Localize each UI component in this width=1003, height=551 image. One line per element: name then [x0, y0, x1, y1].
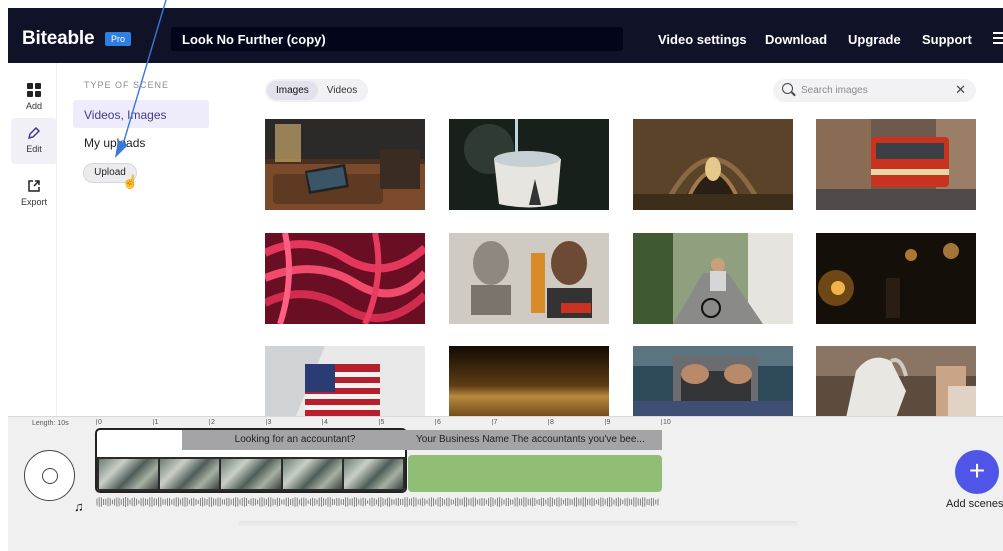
ruler-tick — [435, 419, 436, 425]
ruler-label: 7 — [493, 419, 498, 426]
ruler-tick — [661, 419, 662, 425]
audio-waveform[interactable] — [96, 495, 661, 509]
timeline: Length: 10s 0 1 2 3 4 5 6 7 8 9 10 Looking for an … — [8, 416, 1003, 551]
image-thumb-pouring-mug[interactable] — [449, 119, 609, 210]
tab-images[interactable]: Images — [267, 81, 318, 100]
videos-images-option[interactable]: Videos, Images — [73, 100, 209, 128]
ruler-label: 8 — [550, 419, 554, 426]
scene-1-filmstrip — [97, 457, 405, 491]
rail-export-button[interactable]: Export — [11, 171, 57, 217]
ruler-tick — [209, 419, 210, 425]
image-thumb-laptop-hands[interactable] — [633, 346, 793, 418]
ruler-label: 2 — [211, 419, 215, 426]
upgrade-link[interactable]: Upgrade — [848, 32, 901, 47]
media-browser: Images Videos Search images ✕ — [220, 63, 1003, 418]
hamburger-icon[interactable] — [993, 32, 1003, 47]
image-thumb-red-tram[interactable] — [816, 119, 976, 210]
ruler-label: 6 — [437, 419, 441, 426]
music-note-icon[interactable]: ♫ — [74, 499, 84, 514]
video-settings-link[interactable]: Video settings — [658, 32, 747, 47]
ruler-label: 4 — [324, 419, 328, 426]
ruler-label: 0 — [98, 419, 102, 426]
ruler-tick — [491, 419, 493, 425]
image-thumb-dark-lamp-room[interactable] — [816, 233, 976, 324]
plus-icon: + — [968, 455, 986, 486]
rail-export-label: Export — [20, 197, 47, 207]
image-thumb-pink-rope[interactable] — [265, 233, 425, 324]
ruler-tick — [548, 419, 549, 425]
project-title-field[interactable]: Look No Further (copy) — [171, 27, 623, 51]
panel-heading: TYPE OF SCENE — [84, 80, 170, 90]
hand-cursor-icon: ☝ — [122, 174, 139, 189]
ruler-label: 3 — [267, 419, 272, 426]
image-thumb-cyclist-street[interactable] — [633, 233, 793, 324]
ruler-tick — [152, 419, 154, 425]
image-thumb-mural-wall[interactable] — [449, 233, 609, 324]
image-thumb-american-flag[interactable] — [265, 346, 425, 418]
scene-2-clip[interactable] — [408, 455, 662, 492]
ruler-label: 5 — [380, 419, 385, 426]
scene-2-label[interactable]: Your Business Name The accountants you'v… — [408, 430, 662, 450]
search-icon — [782, 83, 793, 94]
rail-edit-button[interactable]: Edit — [11, 118, 57, 164]
search-bar[interactable]: Search images ✕ — [773, 79, 976, 102]
search-input[interactable]: Search images — [801, 85, 868, 96]
add-scene-button[interactable]: + — [955, 450, 999, 494]
support-link[interactable]: Support — [922, 32, 972, 47]
image-thumb-stone-arcade[interactable] — [633, 119, 793, 210]
ruler-label: 9 — [606, 419, 611, 426]
ruler-tick — [96, 419, 97, 425]
pencil-icon — [11, 126, 57, 144]
scene-1-label[interactable]: Looking for an accountant? — [182, 430, 408, 450]
pro-badge: Pro — [105, 32, 132, 46]
download-link[interactable]: Download — [765, 32, 827, 47]
background-music-disc-icon[interactable] — [24, 450, 75, 501]
grid-icon — [11, 83, 57, 101]
scene-type-panel: TYPE OF SCENE Videos, Images My uploads … — [57, 63, 220, 418]
ruler-label: 10 — [663, 419, 671, 426]
length-label: Length: 10s — [32, 420, 69, 427]
export-icon — [11, 179, 57, 197]
rail-add-label: Add — [25, 101, 42, 111]
my-uploads-option[interactable]: My uploads — [73, 128, 209, 156]
image-thumb-living-room-laptop[interactable] — [265, 119, 425, 210]
rail-add-button[interactable]: Add — [11, 75, 57, 121]
ruler-tick — [322, 419, 323, 425]
top-header: Biteable Pro Look No Further (copy) Vide… — [8, 8, 1003, 63]
image-thumb-wood-surface[interactable] — [449, 346, 609, 418]
ruler-label: 1 — [154, 419, 159, 426]
ruler-tick — [378, 419, 380, 425]
biteable-logo[interactable]: Biteable — [22, 28, 95, 50]
biteable-editor: Biteable Pro Look No Further (copy) Vide… — [0, 0, 1003, 551]
ruler-tick — [265, 419, 267, 425]
add-scene-label: Add scenes — [946, 498, 1003, 510]
image-thumb-white-horse[interactable] — [816, 346, 976, 418]
timeline-scrollbar[interactable] — [238, 521, 798, 527]
media-tabs: Images Videos — [265, 79, 369, 102]
left-toolbar: Add Edit Export — [8, 63, 57, 418]
close-icon[interactable]: ✕ — [955, 82, 966, 98]
ruler-tick — [604, 419, 606, 425]
rail-edit-label: Edit — [26, 144, 42, 154]
tab-videos[interactable]: Videos — [318, 81, 366, 100]
